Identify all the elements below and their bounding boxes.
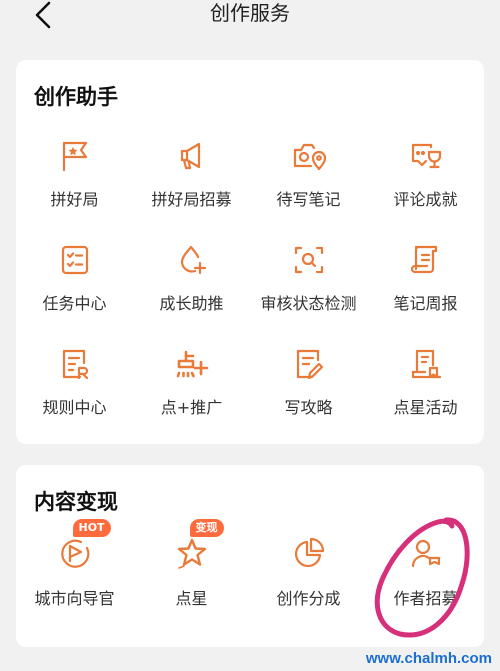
item-label: 拼好局招募 xyxy=(151,190,232,209)
item-label: 城市向导官 xyxy=(34,589,115,608)
item-label: 点星 xyxy=(175,589,208,608)
item-label: 成长助推 xyxy=(159,294,224,313)
watermark: www.chalmh.com xyxy=(365,650,492,667)
star-doc-icon xyxy=(408,346,444,382)
scroll-icon xyxy=(408,242,444,278)
scan-search-icon xyxy=(291,242,327,278)
page-title: 创作服务 xyxy=(210,1,290,25)
write-doc-icon xyxy=(291,346,327,382)
megaphone-icon xyxy=(174,138,210,174)
top-bar: 创作服务 xyxy=(0,0,500,34)
item-label: 规则中心 xyxy=(42,398,107,417)
star-icon: 变现 xyxy=(174,519,224,571)
item-label: 评论成就 xyxy=(393,190,458,209)
item-label: 创作分成 xyxy=(276,589,341,608)
item-dian-plus[interactable]: 点+推广 xyxy=(133,346,250,450)
item-label: 点+推广 xyxy=(160,398,223,417)
item-author-recruit[interactable]: 作者招募 xyxy=(367,535,484,635)
item-revenue-share[interactable]: 创作分成 xyxy=(250,535,367,635)
item-label: 写攻略 xyxy=(284,398,333,417)
section-title-assistant: 创作助手 xyxy=(34,85,118,109)
dian-plus-icon xyxy=(174,346,210,382)
item-city-guide[interactable]: HOT 城市向导官 xyxy=(16,519,133,635)
checklist-icon xyxy=(57,242,93,278)
content-monetization-card: 内容变现 HOT 城市向导官 变现 点星 创作分成 作者招募 xyxy=(16,465,484,647)
item-weekly-report[interactable]: 笔记周报 xyxy=(367,242,484,346)
rule-doc-icon xyxy=(57,346,93,382)
item-write-guide[interactable]: 写攻略 xyxy=(250,346,367,450)
section-title-monetize: 内容变现 xyxy=(34,490,118,514)
item-comment-achievement[interactable]: 评论成就 xyxy=(367,138,484,242)
item-label: 拼好局 xyxy=(50,190,99,209)
camera-location-icon xyxy=(291,138,327,174)
item-growth-boost[interactable]: 成长助推 xyxy=(133,242,250,346)
hot-badge: HOT xyxy=(72,519,111,537)
flag-star-icon xyxy=(57,138,93,174)
monetize-badge: 变现 xyxy=(189,519,224,537)
item-label: 作者招募 xyxy=(393,589,458,608)
monetize-grid: HOT 城市向导官 变现 点星 创作分成 作者招募 xyxy=(16,519,484,635)
item-task-center[interactable]: 任务中心 xyxy=(16,242,133,346)
item-dianxing[interactable]: 变现 点星 xyxy=(133,519,250,635)
guide-flag-icon: HOT xyxy=(57,519,111,571)
item-label: 任务中心 xyxy=(42,294,107,313)
drop-plus-icon xyxy=(174,242,210,278)
item-rule-center[interactable]: 规则中心 xyxy=(16,346,133,450)
creation-assistant-card: 创作助手 拼好局 拼好局招募 待写笔记 评论成就 任务中心 成长助推 审核状态检… xyxy=(16,60,484,444)
item-star-event[interactable]: 点星活动 xyxy=(367,346,484,450)
item-label: 审核状态检测 xyxy=(260,294,357,313)
item-label: 点星活动 xyxy=(393,398,458,417)
item-pinhaoju-recruit[interactable]: 拼好局招募 xyxy=(133,138,250,242)
pie-chart-icon xyxy=(291,535,327,571)
item-pending-notes[interactable]: 待写笔记 xyxy=(250,138,367,242)
item-label: 待写笔记 xyxy=(276,190,341,209)
item-pinhaoju[interactable]: 拼好局 xyxy=(16,138,133,242)
chat-trophy-icon xyxy=(408,138,444,174)
item-review-status[interactable]: 审核状态检测 xyxy=(250,242,367,346)
assistant-grid: 拼好局 拼好局招募 待写笔记 评论成就 任务中心 成长助推 审核状态检测 笔记周… xyxy=(16,138,484,450)
author-recruit-icon xyxy=(408,535,444,571)
item-label: 笔记周报 xyxy=(393,294,458,313)
